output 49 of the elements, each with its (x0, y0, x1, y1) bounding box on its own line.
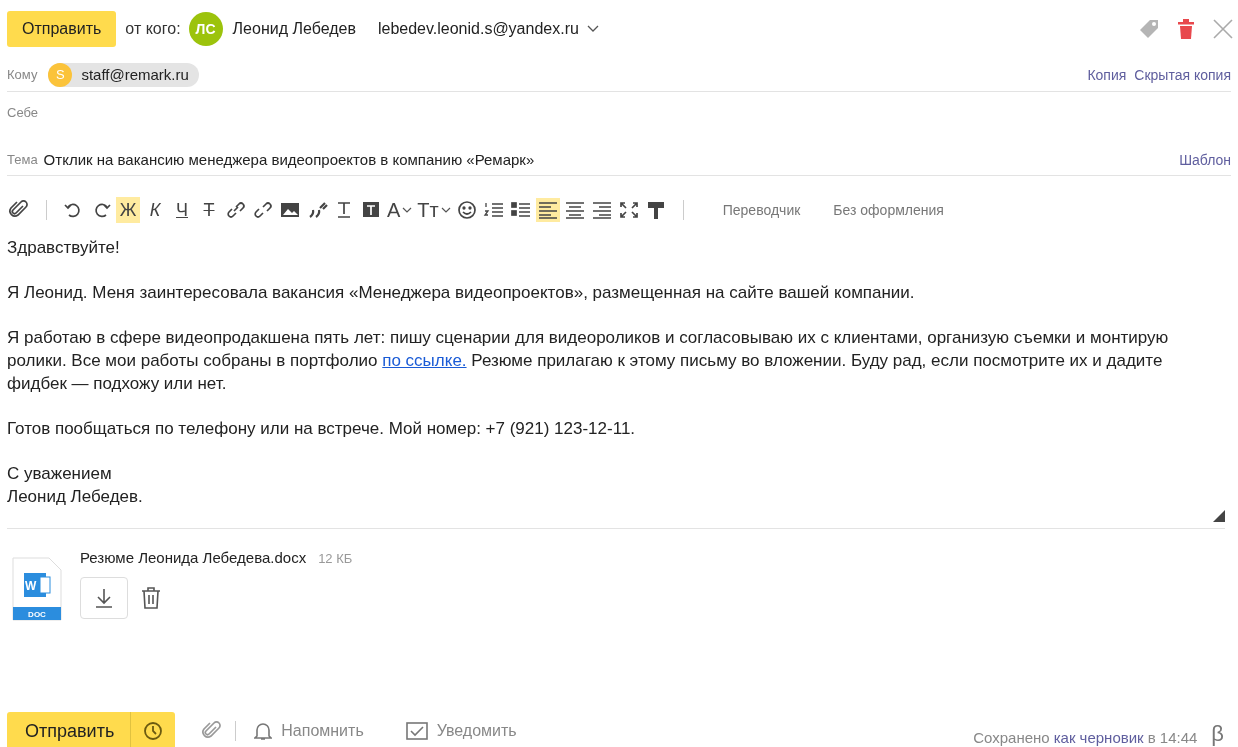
body-paragraph: Готов пообщаться по телефону или на встрече. Мой номер: +7 (921) 123-12-11. (7, 418, 637, 440)
font-dropdown[interactable]: A (386, 197, 414, 223)
download-icon (94, 587, 114, 609)
toolbar-text-button[interactable]: Без оформления (827, 201, 950, 219)
avatar: ЛС (188, 12, 223, 46)
align-left-icon[interactable] (535, 198, 560, 222)
copy-link[interactable]: Скрытая копия (1134, 66, 1231, 83)
clock-icon[interactable] (143, 721, 164, 741)
chevron-down-icon (402, 207, 413, 213)
download-button[interactable] (80, 577, 128, 619)
resize-handle-icon[interactable] (1213, 510, 1225, 522)
attachment-size: 12 КБ (318, 551, 353, 566)
body-paragraph: Я работаю в сфере видеопродакшена пять лет: пишу сценарии для видеороликов и согласовываю их с клиентами, организую съемки и монтирую ролики. Все мои работы собраны в портфолио по ссылке. Резюме прилагаю к этому письму во вложении. Буду рад, если посмотрите их и дадите фидбек — подхожу или нет. (7, 327, 1170, 395)
self-label: Себе (7, 104, 39, 120)
draft-link[interactable]: как черновик (1053, 728, 1144, 746)
word-document-icon: W DOC (12, 557, 62, 621)
chevron-down-icon (586, 25, 599, 33)
subject-field[interactable]: Отклик на вакансию менеджера видеопроектов в компанию «Ремарк» (43, 151, 535, 168)
sender-email-dropdown[interactable]: lebedev.leonid.s@yandex.ru (377, 20, 599, 38)
recipient-chip[interactable]: S staff@remark.ru (48, 62, 199, 87)
body-paragraph: Я Леонид. Меня заинтересовала вакансия «Менеджера видеопроектов», размещенная на сайте вашей компании. (7, 282, 916, 304)
to-label: Кому (7, 67, 38, 82)
italic-button[interactable]: К (143, 197, 167, 223)
save-status: Сохранено как черновик в 14:44 (973, 728, 1198, 746)
chevron-down-icon (440, 207, 451, 213)
template-link[interactable]: Шаблон (1179, 151, 1231, 168)
subject-label: Тема (7, 152, 38, 167)
remind-button[interactable]: Напомнить (248, 720, 370, 742)
trash-icon[interactable] (1176, 18, 1196, 40)
beta-label: β (1211, 721, 1224, 747)
strikethrough-button[interactable]: Т (197, 197, 221, 223)
copy-link[interactable]: Копия (1087, 66, 1127, 83)
sender-name: Леонид Лебедев (232, 20, 356, 38)
trash-icon[interactable] (140, 586, 162, 610)
checkbox-icon (405, 721, 428, 741)
bold-button[interactable]: Ж (116, 197, 140, 223)
portfolio-link[interactable]: по ссылке. (382, 351, 467, 370)
send-button-group[interactable]: Отправить (7, 712, 176, 747)
paperclip-icon[interactable] (201, 721, 224, 741)
from-label: от кого: (125, 20, 181, 38)
font-dropdown[interactable]: Tт (416, 197, 452, 223)
bell-icon (254, 721, 273, 741)
notify-button[interactable]: Уведомить (399, 720, 523, 742)
toolbar-text-button[interactable]: Переводчик (716, 201, 807, 219)
signature: С уважением Леонид Лебедев. (7, 463, 144, 508)
attachment-name: Резюме Леонида Лебедева.docx (80, 549, 307, 566)
underline-button[interactable]: Ч (170, 197, 194, 223)
body-paragraph: Здравствуйте! (7, 237, 121, 259)
send-button[interactable]: Отправить (7, 11, 117, 47)
